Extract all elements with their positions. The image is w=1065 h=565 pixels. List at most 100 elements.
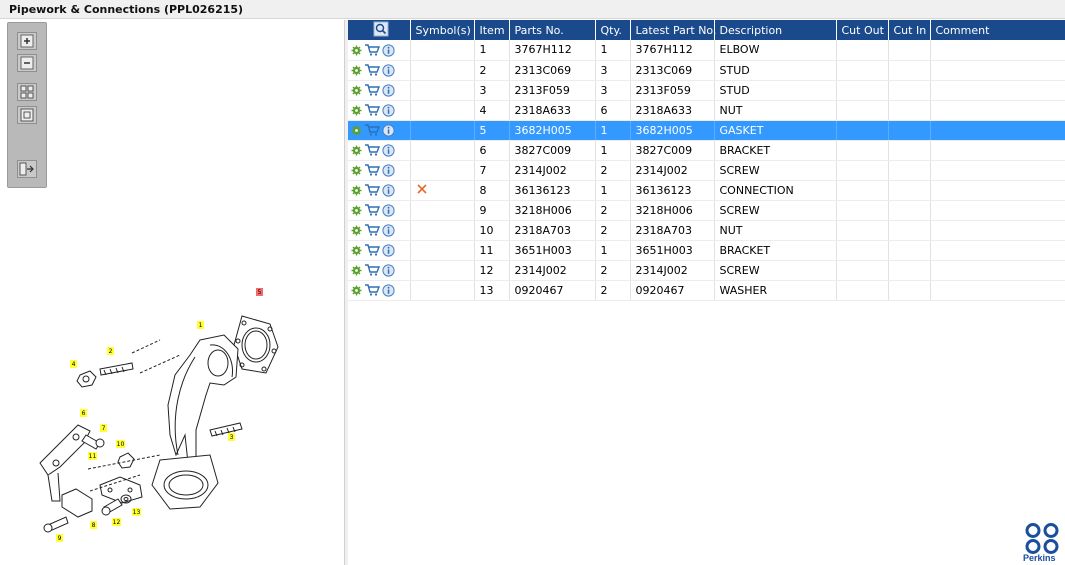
- zoom-out-icon[interactable]: [17, 54, 37, 72]
- cut-out-cell: [836, 80, 889, 101]
- column-header-symbols[interactable]: Symbol(s): [410, 20, 475, 40]
- part-no-cell: 0920467: [509, 280, 596, 301]
- info-icon[interactable]: [382, 183, 397, 197]
- latest-part-no-cell: 3682H005: [630, 120, 715, 141]
- add-to-cart-icon[interactable]: [364, 183, 382, 196]
- callout-5[interactable]: 5: [258, 289, 262, 296]
- add-to-cart-icon[interactable]: [364, 283, 382, 296]
- fit-all-icon[interactable]: [17, 83, 37, 101]
- add-to-cart-icon[interactable]: [364, 43, 382, 56]
- info-icon[interactable]: [382, 203, 397, 217]
- callout-3[interactable]: 3: [230, 434, 234, 441]
- table-row[interactable]: 4 2318A633 6 2318A633 NUT: [348, 100, 1065, 121]
- add-to-cart-icon[interactable]: [364, 203, 382, 216]
- info-icon[interactable]: [382, 143, 397, 157]
- callout-10[interactable]: 10: [117, 441, 125, 448]
- actual-size-icon[interactable]: [17, 106, 37, 124]
- info-icon[interactable]: [382, 83, 397, 97]
- table-row[interactable]: 5 3682H005 1 3682H005 GASKET: [348, 120, 1065, 141]
- column-header-item[interactable]: Item: [474, 20, 510, 40]
- part-no-cell: 3651H003: [509, 240, 596, 261]
- callout-13[interactable]: 13: [133, 509, 141, 516]
- add-to-cart-icon[interactable]: [364, 63, 382, 76]
- add-to-cart-icon[interactable]: [364, 123, 382, 136]
- info-icon[interactable]: [382, 123, 397, 137]
- info-icon[interactable]: [382, 63, 397, 77]
- perkins-brand-label: Perkins: [1023, 553, 1056, 563]
- column-header-latest-part-no[interactable]: Latest Part No.: [630, 20, 716, 40]
- info-icon[interactable]: [382, 103, 397, 117]
- callout-1[interactable]: 1: [199, 322, 203, 329]
- callout-11[interactable]: 11: [89, 453, 97, 460]
- row-actions-cell: [348, 100, 411, 121]
- settings-gear-icon[interactable]: [351, 103, 364, 116]
- settings-gear-icon[interactable]: [351, 63, 364, 76]
- add-to-cart-icon[interactable]: [364, 103, 382, 116]
- add-to-cart-icon[interactable]: [364, 83, 382, 96]
- callout-9[interactable]: 9: [58, 535, 62, 542]
- settings-gear-icon[interactable]: [351, 83, 364, 96]
- add-to-cart-icon[interactable]: [364, 223, 382, 236]
- latest-part-no-cell: 3218H006: [630, 200, 715, 221]
- callout-8[interactable]: 8: [92, 522, 96, 529]
- settings-gear-icon[interactable]: [351, 223, 364, 236]
- item-cell: 12: [474, 260, 510, 281]
- callout-6[interactable]: 6: [82, 410, 86, 417]
- symbol-cell: [410, 280, 475, 301]
- settings-gear-icon[interactable]: [351, 163, 364, 176]
- table-row[interactable]: 3 2313F059 3 2313F059 STUD: [348, 80, 1065, 101]
- comment-cell: [930, 100, 1065, 121]
- callout-4[interactable]: 4: [72, 361, 76, 368]
- settings-gear-icon[interactable]: [351, 43, 364, 56]
- table-row[interactable]: 12 2314J002 2 2314J002 SCREW: [348, 260, 1065, 281]
- settings-gear-icon[interactable]: [351, 183, 364, 196]
- table-row[interactable]: 11 3651H003 1 3651H003 BRACKET: [348, 240, 1065, 261]
- column-header-cut-out[interactable]: Cut Out: [836, 20, 889, 40]
- add-to-cart-icon[interactable]: [364, 163, 382, 176]
- callout-7[interactable]: 7: [102, 425, 106, 432]
- info-icon[interactable]: [382, 43, 397, 57]
- column-header-icons[interactable]: [348, 20, 411, 40]
- table-row[interactable]: 7 2314J002 2 2314J002 SCREW: [348, 160, 1065, 181]
- column-header-cut-in[interactable]: Cut In: [888, 20, 931, 40]
- search-icon[interactable]: [373, 21, 389, 37]
- info-icon[interactable]: [382, 283, 397, 297]
- info-icon[interactable]: [382, 243, 397, 257]
- settings-gear-icon[interactable]: [351, 143, 364, 156]
- export-icon[interactable]: [17, 160, 37, 178]
- symbol-cell: [410, 140, 475, 161]
- parts-table: Symbol(s) Item Parts No. Qty. Latest Par…: [348, 20, 1065, 301]
- column-header-comment[interactable]: Comment: [930, 20, 1065, 40]
- column-header-part-no[interactable]: Parts No.: [509, 20, 596, 40]
- comment-cell: [930, 120, 1065, 141]
- table-row[interactable]: 1 3767H112 1 3767H112 ELBOW: [348, 40, 1065, 61]
- add-to-cart-icon[interactable]: [364, 243, 382, 256]
- table-row[interactable]: 6 3827C009 1 3827C009 BRACKET: [348, 140, 1065, 161]
- callout-2[interactable]: 2: [109, 348, 113, 355]
- table-row[interactable]: 9 3218H006 2 3218H006 SCREW: [348, 200, 1065, 221]
- settings-gear-icon[interactable]: [351, 203, 364, 216]
- settings-gear-icon[interactable]: [351, 243, 364, 256]
- cut-in-cell: [888, 60, 931, 81]
- part-no-cell: 36136123: [509, 180, 596, 201]
- table-row[interactable]: 8 36136123 1 36136123 CONNECTION: [348, 180, 1065, 201]
- column-header-qty[interactable]: Qty.: [595, 20, 631, 40]
- symbol-cell: [410, 260, 475, 281]
- column-header-description[interactable]: Description: [714, 20, 837, 40]
- info-icon[interactable]: [382, 223, 397, 237]
- callout-12[interactable]: 12: [113, 519, 121, 526]
- settings-gear-icon[interactable]: [351, 263, 364, 276]
- exploded-parts-diagram[interactable]: 1 2 3 4 5 6 7 8 9 10 11 12 13: [20, 285, 290, 547]
- info-icon[interactable]: [382, 263, 397, 277]
- item-cell: 7: [474, 160, 510, 181]
- table-row[interactable]: 13 0920467 2 0920467 WASHER: [348, 280, 1065, 301]
- settings-gear-icon[interactable]: [351, 123, 364, 136]
- table-row[interactable]: 10 2318A703 2 2318A703 NUT: [348, 220, 1065, 241]
- zoom-in-icon[interactable]: [17, 32, 37, 50]
- cut-in-cell: [888, 280, 931, 301]
- info-icon[interactable]: [382, 163, 397, 177]
- settings-gear-icon[interactable]: [351, 283, 364, 296]
- table-row[interactable]: 2 2313C069 3 2313C069 STUD: [348, 60, 1065, 81]
- add-to-cart-icon[interactable]: [364, 263, 382, 276]
- add-to-cart-icon[interactable]: [364, 143, 382, 156]
